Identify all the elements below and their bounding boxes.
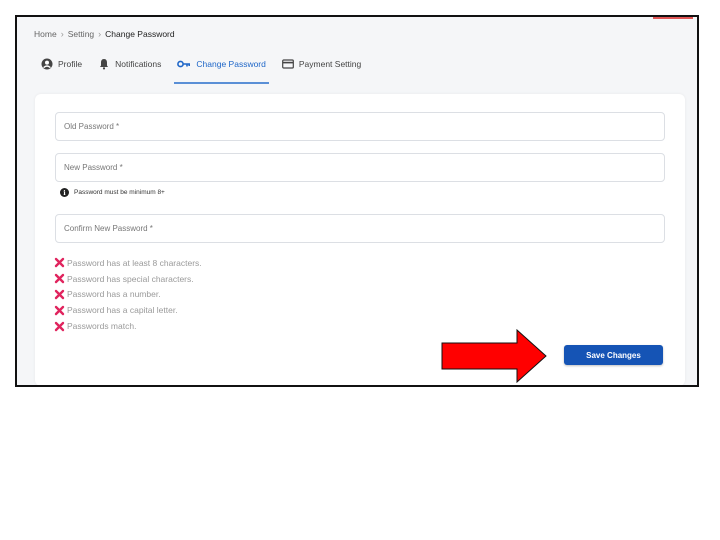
breadcrumb-home[interactable]: Home: [34, 29, 57, 39]
breadcrumb-setting[interactable]: Setting: [68, 29, 94, 39]
new-password-field[interactable]: [55, 153, 665, 182]
requirement-item: Password has at least 8 characters.: [54, 255, 202, 271]
tab-change-password[interactable]: Change Password: [174, 55, 269, 84]
tab-label: Payment Setting: [298, 59, 362, 69]
new-password-input[interactable]: [56, 154, 664, 181]
user-circle-icon: [41, 58, 53, 70]
tab-label: Change Password: [196, 59, 266, 69]
breadcrumb-separator: ›: [98, 29, 102, 39]
requirement-text: Password has at least 8 characters.: [67, 257, 202, 268]
requirement-item: Passwords match.: [54, 318, 202, 334]
tab-profile[interactable]: Profile: [38, 55, 85, 82]
app-screenshot-frame: Home › Setting › Change Password Profile…: [15, 15, 699, 387]
settings-tabs: Profile Notifications Change Password Pa…: [38, 55, 364, 84]
old-password-input[interactable]: [56, 113, 664, 140]
requirement-item: Password has special characters.: [54, 271, 202, 287]
requirement-text: Password has a number.: [67, 289, 161, 300]
breadcrumb-current: Change Password: [105, 29, 175, 39]
tab-label: Profile: [58, 59, 83, 69]
tab-label: Notifications: [115, 59, 162, 69]
requirement-item: Password has a number.: [54, 287, 202, 303]
cross-icon: [54, 321, 65, 331]
change-password-card: i Password must be minimum 8+ Password h…: [35, 94, 685, 385]
password-requirements: Password has at least 8 characters. Pass…: [54, 255, 202, 334]
annotation-arrow-icon: [441, 329, 547, 383]
key-icon: [177, 60, 191, 68]
cross-icon: [54, 305, 65, 315]
save-changes-button[interactable]: Save Changes: [564, 345, 663, 365]
cross-icon: [54, 273, 65, 284]
info-icon: i: [60, 188, 69, 197]
cross-icon: [54, 258, 65, 268]
breadcrumb-separator: ›: [60, 29, 64, 39]
password-hint-text: Password must be minimum 8+: [74, 189, 165, 196]
requirement-text: Passwords match.: [67, 321, 137, 332]
credit-card-icon: [281, 59, 294, 69]
tab-notifications[interactable]: Notifications: [95, 55, 164, 82]
corner-mark: [653, 17, 693, 19]
requirement-item: Password has a capital letter.: [54, 302, 202, 318]
tab-payment-setting[interactable]: Payment Setting: [279, 55, 364, 82]
requirement-text: Password has a capital letter.: [67, 305, 178, 316]
bell-icon: [100, 59, 109, 70]
requirement-text: Password has special characters.: [67, 273, 194, 284]
cross-icon: [54, 289, 65, 300]
breadcrumb: Home › Setting › Change Password: [34, 29, 175, 39]
password-hint: i Password must be minimum 8+: [60, 188, 165, 197]
confirm-password-input[interactable]: [56, 215, 664, 242]
old-password-field[interactable]: [55, 112, 665, 141]
confirm-password-field[interactable]: [55, 214, 665, 243]
